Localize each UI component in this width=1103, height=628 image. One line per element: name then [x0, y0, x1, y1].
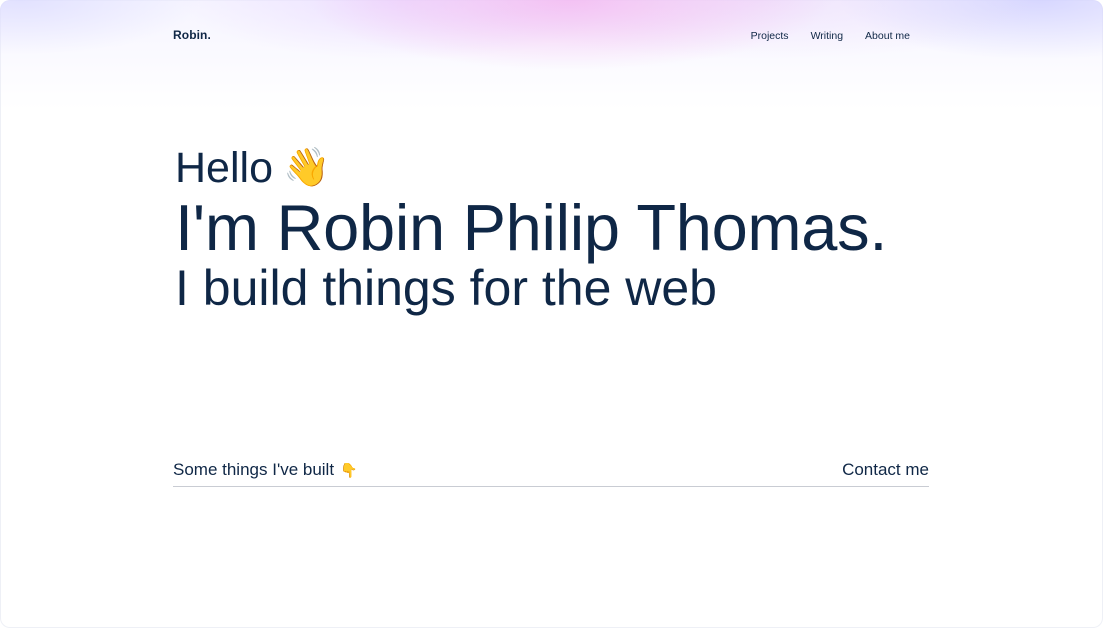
site-logo[interactable]: Robin.: [173, 28, 211, 42]
hero-name-heading: I'm Robin Philip Thomas.: [175, 191, 888, 264]
hero-section: Hello 👋 I'm Robin Philip Thomas. I build…: [175, 142, 887, 318]
site-header: Robin. Projects Writing About me: [0, 0, 1103, 74]
nav-link-writing[interactable]: Writing: [811, 30, 843, 42]
page: Robin. Projects Writing About me Hello 👋…: [0, 0, 1103, 628]
hero-hello-text: Hello: [175, 144, 273, 192]
hero-greeting: Hello 👋: [175, 142, 887, 194]
pointing-down-icon: 👇: [340, 461, 358, 478]
waving-hand-icon: 👋: [283, 147, 331, 189]
nav-link-about-me[interactable]: About me: [865, 30, 910, 42]
main-nav: Projects Writing About me: [751, 30, 910, 42]
nav-link-projects[interactable]: Projects: [751, 30, 789, 42]
projects-section-header: Some things I've built 👇 Contact me: [173, 458, 929, 487]
contact-me-link[interactable]: Contact me: [842, 460, 929, 480]
hero-tagline: I build things for the web: [175, 260, 717, 316]
projects-section-title: Some things I've built 👇: [173, 460, 358, 480]
projects-title-text: Some things I've built: [173, 460, 335, 479]
